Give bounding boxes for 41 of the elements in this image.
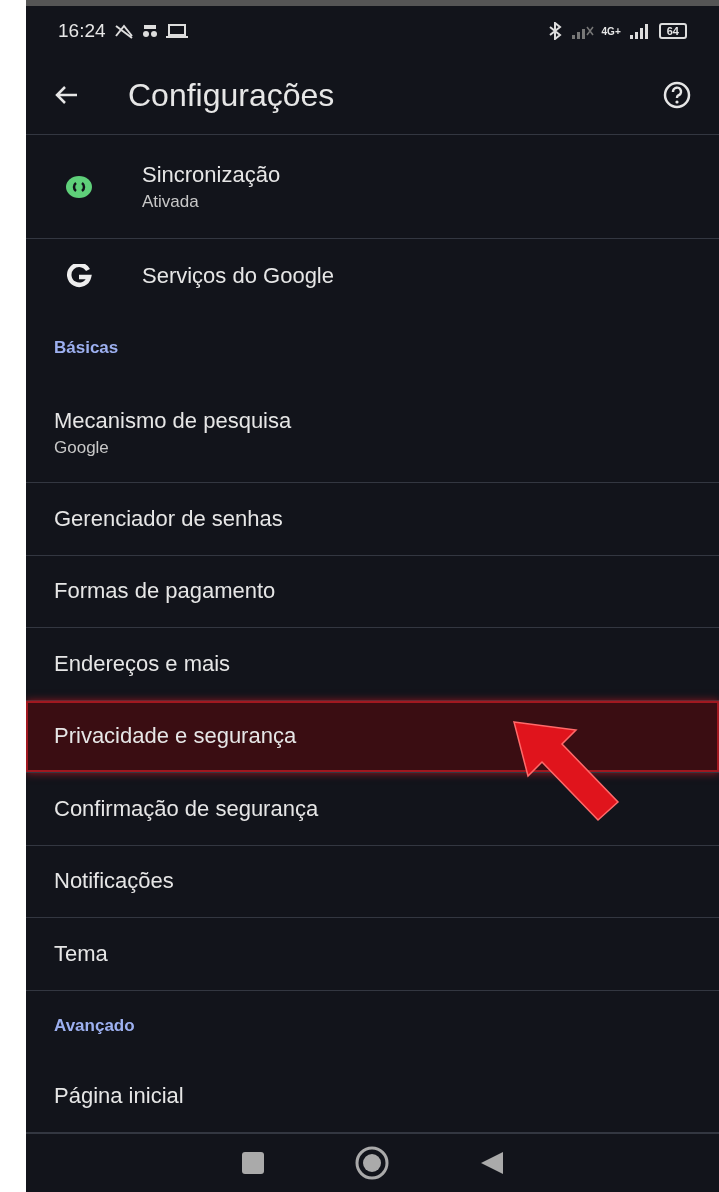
item-title: Mecanismo de pesquisa (54, 407, 292, 434)
home-icon[interactable] (354, 1145, 391, 1181)
settings-row[interactable]: Privacidade e segurança (26, 700, 719, 773)
battery-indicator: 64 (658, 23, 687, 39)
settings-row[interactable]: Página inicial (26, 1060, 719, 1133)
settings-row[interactable]: Gerenciador de senhas (26, 483, 719, 556)
crossed-out-icon (113, 22, 134, 40)
settings-row[interactable]: Notificações (26, 845, 719, 918)
help-icon[interactable] (663, 81, 691, 109)
item-title: Formas de pagamento (54, 578, 276, 605)
sync-icon (66, 175, 92, 198)
item-title: Página inicial (54, 1083, 184, 1110)
item-title: Confirmação de segurança (54, 795, 319, 822)
back-icon[interactable] (480, 1151, 505, 1175)
settings-row[interactable]: Formas de pagamento (26, 555, 719, 628)
incognito-icon (141, 24, 158, 38)
section-header: Avançado (53, 1014, 136, 1037)
status-time: 16:24 (58, 20, 106, 42)
item-title: Notificações (54, 868, 174, 895)
settings-row[interactable]: Tema (26, 918, 719, 991)
account-row[interactable]: Sincronização Ativada (26, 135, 719, 239)
item-title: Gerenciador de senhas (54, 505, 283, 532)
item-title: Serviços do Google (142, 263, 334, 289)
item-title: Privacidade e segurança (54, 723, 297, 750)
item-title: Sincronização (142, 161, 281, 188)
signal-icon (628, 23, 651, 39)
account-row[interactable]: Serviços do Google (26, 239, 719, 313)
item-subtitle: Google (54, 437, 110, 458)
item-title: Endereços e mais (54, 650, 231, 677)
section-header: Básicas (53, 337, 120, 359)
google-g-icon (66, 264, 92, 288)
settings-row[interactable]: Mecanismo de pesquisa Google (26, 383, 719, 483)
recent-apps-icon[interactable] (240, 1151, 265, 1175)
item-title: Tema (54, 940, 108, 967)
network-label: 4G+ (601, 25, 621, 37)
item-subtitle: Ativada (142, 191, 200, 212)
back-arrow-icon[interactable] (54, 85, 78, 105)
settings-row[interactable]: Endereços e mais (26, 628, 719, 701)
laptop-icon (165, 23, 188, 39)
bluetooth-icon (547, 22, 562, 40)
toolbar-title: Configurações (128, 76, 336, 114)
